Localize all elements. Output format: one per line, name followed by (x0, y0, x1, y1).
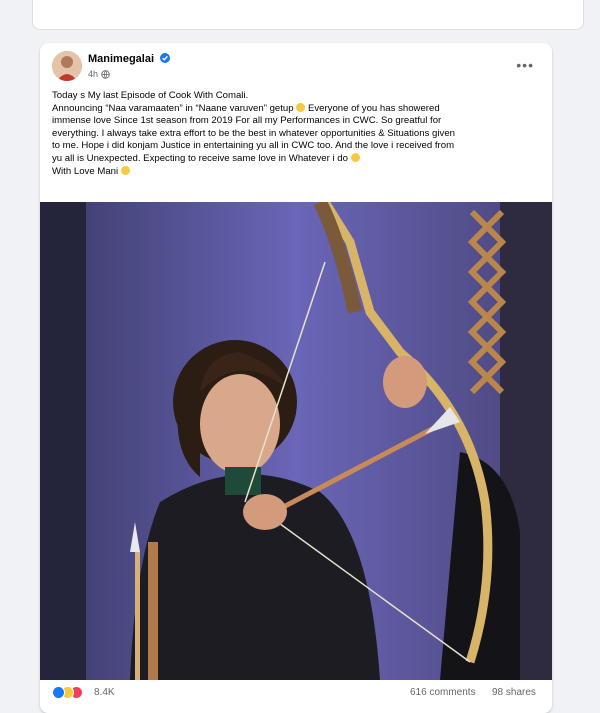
post-meta: 4h (88, 69, 110, 81)
post-photo[interactable] (40, 202, 552, 680)
post-text-line: to me. Hope i did konjam Justice in ente… (52, 140, 455, 152)
globe-icon (101, 70, 110, 81)
post-text: Today s My last Episode of Cook With Com… (40, 90, 552, 178)
more-options-icon[interactable]: ••• (516, 57, 534, 73)
post-text-line: With Love Mani (52, 165, 540, 179)
post-time[interactable]: 4h (88, 69, 98, 79)
post-text-line: everything. I always take extra effort t… (52, 127, 455, 139)
verified-badge-icon (160, 53, 171, 63)
author-line: Manimegalai (88, 53, 171, 65)
wink-emoji-icon (296, 102, 306, 112)
post-text-line: Today s My last Episode of Cook With Com… (52, 90, 249, 101)
post-header: Manimegalai 4h ••• (40, 43, 552, 87)
post-text-line: Announcing “Naa varamaaten” in “Naane va… (52, 102, 440, 114)
previous-post-card (32, 0, 584, 30)
post-card: Manimegalai 4h ••• Today s My last Episo… (40, 43, 552, 713)
reactions-count[interactable]: 8.4K (94, 687, 115, 698)
archer-photo-illustration (40, 202, 552, 680)
folded-hands-emoji-icon (120, 165, 130, 175)
like-reaction-icon (52, 686, 65, 699)
yellow-heart-emoji-icon (350, 152, 360, 162)
shares-count[interactable]: 98 shares (492, 687, 536, 698)
author-name[interactable]: Manimegalai (88, 53, 154, 65)
avatar-image (52, 51, 82, 81)
reactions-bar: 8.4K 616 comments 98 shares (40, 683, 552, 703)
avatar[interactable] (52, 51, 82, 81)
comments-count[interactable]: 616 comments (410, 687, 476, 698)
post-text-line: yu all is Unexpected. Expecting to recei… (52, 152, 540, 166)
post-text-line: immense love Since 1st season from 2019 … (52, 115, 442, 127)
